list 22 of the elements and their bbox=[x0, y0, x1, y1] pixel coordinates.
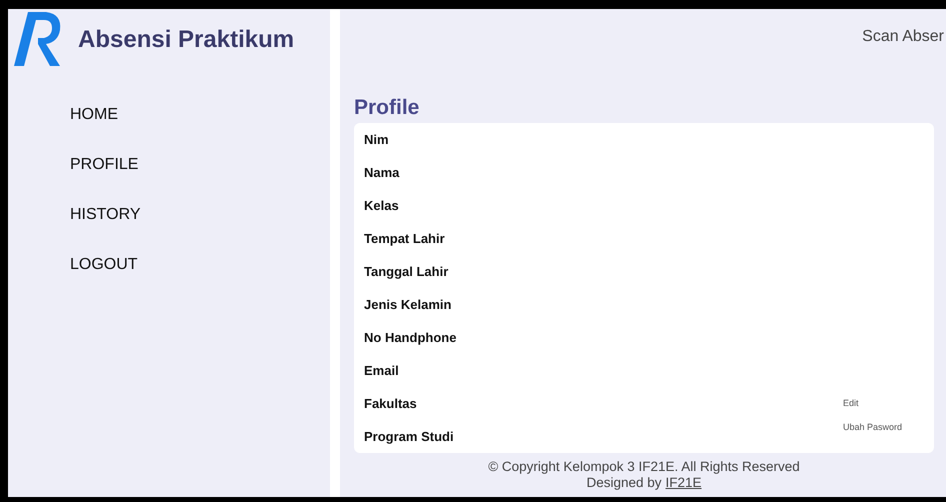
nav-link[interactable]: LOGOUT bbox=[70, 255, 138, 275]
field-label: Program Studi bbox=[364, 429, 455, 445]
scan-link[interactable]: Scan Abser bbox=[862, 27, 944, 95]
copyright-text: © Copyright Kelompok 3 IF21E. All Rights Reserved bbox=[488, 459, 800, 475]
action-link[interactable]: Ubah Pasword bbox=[842, 421, 902, 433]
field-label: Jenis Kelamin bbox=[364, 297, 452, 313]
app-title: Absensi Praktikum bbox=[78, 26, 294, 54]
designer-link[interactable]: IF21E bbox=[666, 475, 702, 491]
nav-link[interactable]: HISTORY bbox=[70, 205, 141, 225]
nav-link[interactable]: PROFILE bbox=[70, 155, 138, 175]
field-label: Tempat Lahir bbox=[364, 231, 446, 247]
field-label: Nim bbox=[364, 132, 390, 148]
designed-by-text: Designed by bbox=[586, 475, 662, 491]
field-label: Fakultas bbox=[364, 396, 418, 412]
action-link[interactable]: Edit bbox=[842, 397, 902, 409]
field-label: Kelas bbox=[364, 198, 400, 214]
field-label: No Handphone bbox=[364, 330, 458, 346]
field-label: Nama bbox=[364, 165, 400, 181]
nav-link[interactable]: HOME bbox=[70, 105, 118, 125]
field-label: Email bbox=[364, 363, 400, 379]
field-label: Tanggal Lahir bbox=[364, 264, 450, 280]
page-title: Profile bbox=[354, 95, 420, 121]
